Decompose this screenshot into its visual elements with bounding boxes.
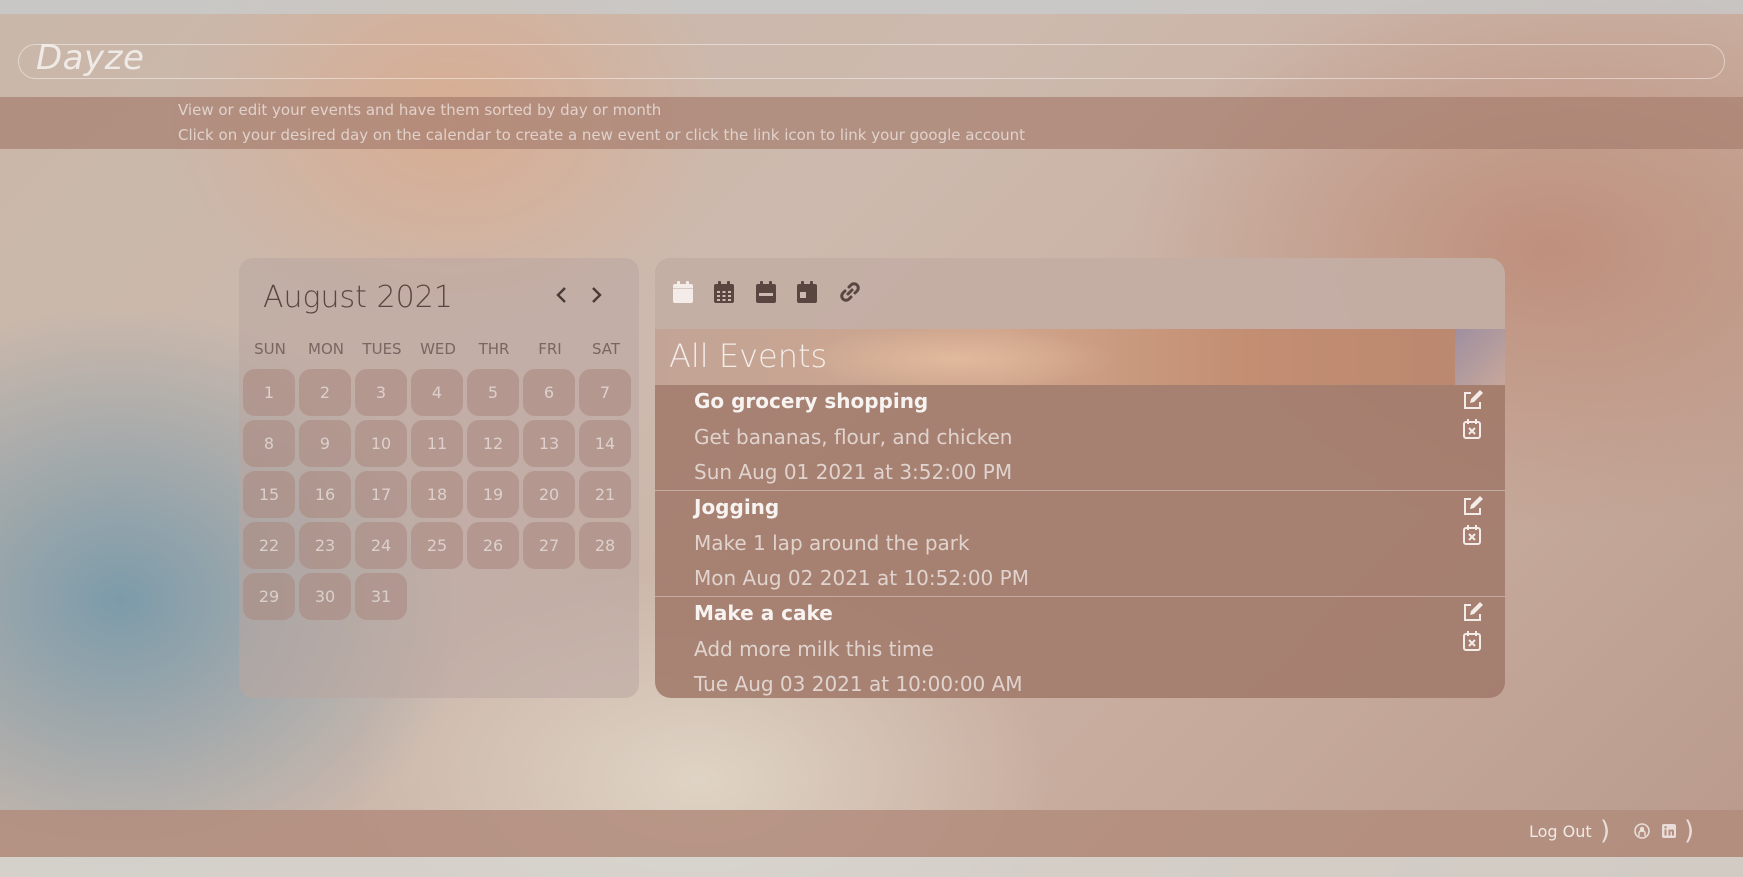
calendar-day[interactable]: 7: [579, 369, 631, 416]
edit-event-button[interactable]: [1462, 601, 1484, 623]
footer-divider: ): [1600, 816, 1611, 846]
calendar-day[interactable]: 28: [579, 522, 631, 569]
weekday-header: SUN MON TUES WED THR FRI SAT: [243, 340, 635, 360]
top-frame: [0, 0, 1743, 14]
edit-icon: [1464, 602, 1483, 621]
calendar-day[interactable]: 23: [299, 522, 351, 569]
calendar-day[interactable]: 30: [299, 573, 351, 620]
calendar-day[interactable]: 11: [411, 420, 463, 467]
calendar-day[interactable]: 2: [299, 369, 351, 416]
weekday-label: SUN: [254, 340, 286, 358]
event-description: Make 1 lap around the park: [694, 531, 970, 555]
calendar-day-icon: [797, 281, 817, 303]
calendar-day[interactable]: 9: [299, 420, 351, 467]
event-title: Jogging: [694, 495, 780, 519]
bottom-frame: [0, 857, 1743, 877]
events-panel: All Events Go grocery shopping Get banan…: [655, 258, 1505, 698]
calendar-day[interactable]: 18: [411, 471, 463, 518]
calendar-day[interactable]: 19: [467, 471, 519, 518]
event-date: Tue Aug 03 2021 at 10:00:00 AM: [694, 672, 1023, 696]
calendar-day[interactable]: 24: [355, 522, 407, 569]
prev-month-button[interactable]: [551, 285, 573, 311]
weekday-label: MON: [308, 340, 344, 358]
view-month-button[interactable]: [713, 280, 737, 304]
calendar-day[interactable]: 17: [355, 471, 407, 518]
calendar-delete-icon: [1463, 525, 1481, 545]
calendar-day[interactable]: 16: [299, 471, 351, 518]
calendar-day[interactable]: 5: [467, 369, 519, 416]
events-header: All Events: [655, 329, 1505, 385]
link-icon: [840, 282, 860, 302]
calendar-blank-icon: [673, 281, 693, 303]
edit-event-button[interactable]: [1462, 389, 1484, 411]
view-week-button[interactable]: [755, 280, 779, 304]
info-text-line1: View or edit your events and have them s…: [178, 101, 662, 119]
delete-event-button[interactable]: [1462, 524, 1482, 546]
weekday-label: THR: [478, 340, 510, 358]
app-logo[interactable]: Dayze: [36, 38, 144, 78]
calendar-day[interactable]: 8: [243, 420, 295, 467]
calendar-day[interactable]: 27: [523, 522, 575, 569]
events-heading: All Events: [669, 337, 828, 375]
view-all-button[interactable]: [672, 280, 696, 304]
edit-icon: [1464, 390, 1483, 409]
weekday-label: WED: [420, 340, 456, 358]
next-month-button[interactable]: [585, 285, 607, 311]
link-google-button[interactable]: [838, 280, 862, 304]
calendar-delete-icon: [1463, 419, 1481, 439]
delete-event-button[interactable]: [1462, 418, 1482, 440]
calendar-month-title: August 2021: [263, 280, 453, 315]
event-item: Jogging Make 1 lap around the park Mon A…: [655, 490, 1505, 596]
calendar-day[interactable]: 1: [243, 369, 295, 416]
event-description: Get bananas, flour, and chicken: [694, 425, 1013, 449]
calendar-day[interactable]: 14: [579, 420, 631, 467]
calendar-day[interactable]: 21: [579, 471, 631, 518]
calendar-day[interactable]: 31: [355, 573, 407, 620]
calendar-day[interactable]: 15: [243, 471, 295, 518]
calendar-day[interactable]: 20: [523, 471, 575, 518]
chevron-left-icon: [556, 287, 566, 303]
delete-event-button[interactable]: [1462, 630, 1482, 652]
header-decoration: [1455, 329, 1505, 385]
header-bar: [18, 44, 1725, 79]
calendar-day[interactable]: 3: [355, 369, 407, 416]
event-title: Go grocery shopping: [694, 389, 929, 413]
chevron-right-icon: [592, 287, 602, 303]
edit-event-button[interactable]: [1462, 495, 1484, 517]
calendar-delete-icon: [1463, 631, 1481, 651]
event-date: Mon Aug 02 2021 at 10:52:00 PM: [694, 566, 1029, 590]
calendar-day[interactable]: 22: [243, 522, 295, 569]
linkedin-link[interactable]: [1661, 823, 1677, 839]
calendar-day[interactable]: 12: [467, 420, 519, 467]
github-link[interactable]: [1634, 823, 1650, 839]
event-description: Add more milk this time: [694, 637, 934, 661]
calendar-week-icon: [756, 281, 776, 303]
linkedin-icon: [1662, 824, 1676, 838]
calendar-day[interactable]: 25: [411, 522, 463, 569]
calendar-day[interactable]: 29: [243, 573, 295, 620]
events-toolbar: [655, 258, 1505, 329]
calendar-day[interactable]: 26: [467, 522, 519, 569]
view-day-button[interactable]: [796, 280, 820, 304]
calendar-day[interactable]: 13: [523, 420, 575, 467]
calendar-day[interactable]: 4: [411, 369, 463, 416]
event-item: Go grocery shopping Get bananas, flour, …: [655, 385, 1505, 490]
calendar-month-icon: [714, 281, 734, 303]
event-title: Make a cake: [694, 601, 833, 625]
footer-bar: [0, 810, 1743, 857]
edit-icon: [1464, 496, 1483, 515]
weekday-label: FRI: [538, 340, 562, 358]
calendar-day-grid: 1 2 3 4 5 6 7 8 9 10 11 12 13 14 15 16 17 18 19 20 21 22 23 24 2…: [243, 369, 635, 624]
weekday-label: TUES: [362, 340, 402, 358]
event-item: Make a cake Add more milk this time Tue …: [655, 596, 1505, 698]
github-icon: [1634, 823, 1650, 839]
weekday-label: SAT: [591, 340, 621, 358]
event-date: Sun Aug 01 2021 at 3:52:00 PM: [694, 460, 1013, 484]
logout-button[interactable]: Log Out: [1529, 822, 1592, 841]
calendar-day[interactable]: 6: [523, 369, 575, 416]
calendar-day[interactable]: 10: [355, 420, 407, 467]
footer-divider: ): [1684, 816, 1695, 846]
info-text-line2: Click on your desired day on the calenda…: [178, 126, 1026, 144]
